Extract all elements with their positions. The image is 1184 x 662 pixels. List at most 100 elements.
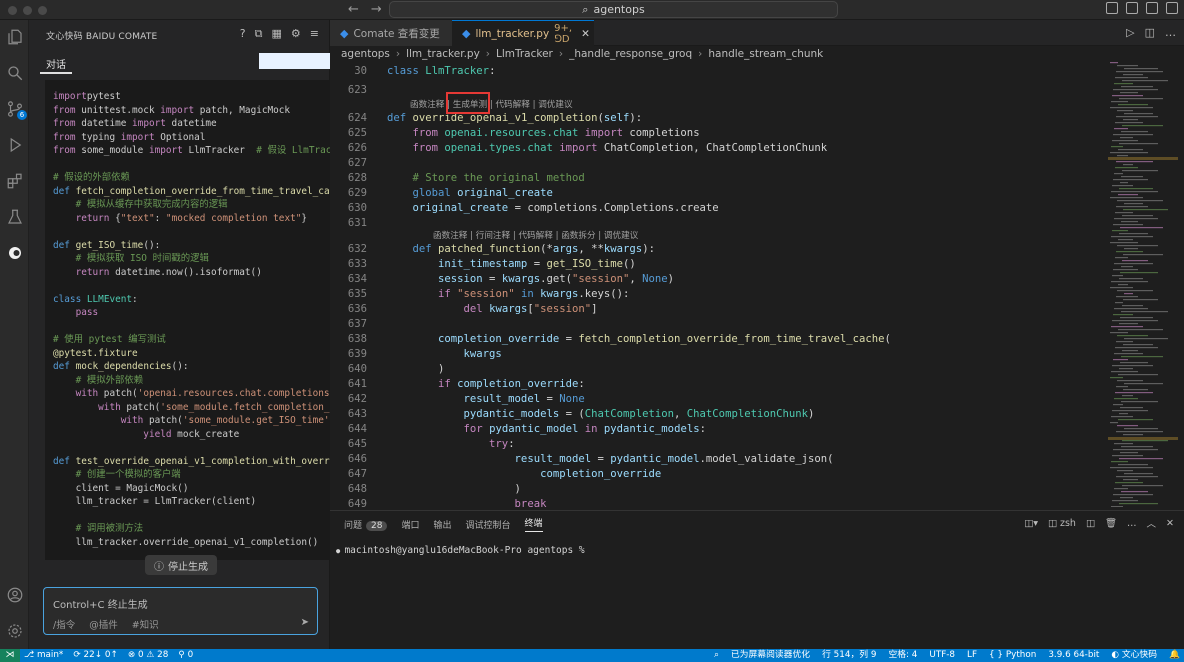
plugin-icon[interactable]: ▦ [272, 27, 282, 41]
code-line[interactable]: 625 from openai.resources.chat import co… [330, 125, 1100, 140]
remote-icon[interactable]: ⋊ [0, 649, 20, 662]
code-line[interactable]: 626 from openai.types.chat import ChatCo… [330, 140, 1100, 155]
code-line[interactable]: 633 init_timestamp = get_ISO_time() [330, 256, 1100, 271]
toggle-sidebar-icon[interactable] [1106, 2, 1118, 14]
chat-input[interactable]: Control+C 终止生成 /指令 @插件 #知识 ➤ [43, 587, 318, 635]
breadcrumb-item[interactable]: _handle_response_groq [569, 48, 692, 60]
toggle-secondary-sidebar-icon[interactable] [1146, 2, 1158, 14]
codelens[interactable]: 函数注释 | 生成单测 | 代码解释 | 调优建议 [410, 98, 573, 110]
code-line[interactable]: 634 session = kwargs.get("session", None… [330, 271, 1100, 286]
chip-command[interactable]: /指令 [53, 617, 75, 631]
code-line[interactable]: 645 try: [330, 436, 1100, 451]
new-terminal-icon[interactable]: ◫▾ [1024, 518, 1038, 529]
more-icon[interactable]: … [1165, 26, 1176, 39]
tab-terminal[interactable]: 终端 [524, 516, 543, 532]
minimap[interactable] [1100, 62, 1184, 510]
code-line[interactable]: 641 if completion_override: [330, 376, 1100, 391]
split-editor-icon[interactable]: ◫ [1145, 26, 1155, 39]
nav-arrows[interactable]: ← → [348, 2, 382, 17]
testing-icon[interactable] [0, 204, 29, 230]
breadcrumb-item[interactable]: handle_stream_chunk [708, 48, 823, 60]
window-controls[interactable] [8, 6, 47, 15]
encoding[interactable]: UTF-8 [929, 649, 955, 662]
search-icon[interactable] [0, 60, 29, 86]
code-line[interactable]: 644 for pydantic_model in pydantic_model… [330, 421, 1100, 436]
help-icon[interactable]: ? [240, 27, 246, 41]
breadcrumb-item[interactable]: llm_tracker.py [406, 48, 480, 60]
forward-arrow-icon[interactable]: → [371, 2, 382, 17]
code-line[interactable]: 635 if "session" in kwargs.keys(): [330, 286, 1100, 301]
problems-status[interactable]: ⊗ 0 ⚠ 28 [128, 649, 168, 662]
ports-status[interactable]: ⚲ 0 [178, 649, 193, 662]
comate-icon[interactable] [0, 240, 29, 266]
tab-debug-console[interactable]: 调试控制台 [466, 518, 511, 531]
code-line[interactable]: 649 break [330, 496, 1100, 510]
stop-generation-button[interactable]: ⓘ 停止生成 [145, 555, 217, 575]
more-icon[interactable]: … [1127, 518, 1137, 529]
zoom-icon[interactable]: ⌕ [714, 649, 719, 662]
toggle-panel-icon[interactable] [1126, 2, 1138, 14]
code-line[interactable]: 646 result_model = pydantic_model.model_… [330, 451, 1100, 466]
customize-layout-icon[interactable] [1166, 2, 1178, 14]
code-line[interactable]: 632 def patched_function(*args, **kwargs… [330, 241, 1100, 256]
breadcrumb-item[interactable]: agentops [341, 48, 390, 60]
language-mode[interactable]: { } Python [989, 649, 1036, 662]
layout-controls[interactable] [1106, 2, 1178, 14]
terminal-shell[interactable]: ◫ zsh [1048, 518, 1076, 529]
notification-bell-icon[interactable]: 🔔 [1169, 649, 1180, 662]
close-panel-icon[interactable]: ✕ [1166, 518, 1174, 529]
close-icon[interactable]: ✕ [581, 28, 590, 40]
code-line[interactable]: 628 # Store the original method [330, 170, 1100, 185]
codelens[interactable]: 函数注释 | 行间注释 | 代码解释 | 函数拆分 | 调优建议 [433, 229, 638, 241]
tab-llm-tracker[interactable]: ◆ llm_tracker.py 9+, ⅁D ✕ [452, 20, 594, 46]
run-debug-icon[interactable] [0, 132, 29, 158]
maximize-icon[interactable]: ︿ [1147, 516, 1157, 530]
breadcrumb-item[interactable]: LlmTracker [496, 48, 553, 60]
code-line[interactable]: 627 [330, 155, 1100, 170]
eol[interactable]: LF [967, 649, 977, 662]
menu-icon[interactable]: ≡ [310, 27, 319, 41]
explorer-icon[interactable] [0, 24, 29, 50]
code-line[interactable]: 638 completion_override = fetch_completi… [330, 331, 1100, 346]
source-control-icon[interactable]: 6 [0, 96, 29, 122]
tab-chat[interactable]: 对话 [46, 56, 66, 71]
terminal-output[interactable]: ● macintosh@yanglu16deMacBook-Pro agento… [336, 545, 585, 556]
code-line[interactable]: 647 completion_override [330, 466, 1100, 481]
chip-plugin[interactable]: @插件 [89, 617, 118, 631]
sticky-scroll-line[interactable]: 30 class LlmTracker: [330, 63, 1100, 78]
code-line[interactable]: 639 kwargs [330, 346, 1100, 361]
run-icon[interactable]: ▷ [1126, 26, 1134, 39]
code-line[interactable]: 648 ) [330, 481, 1100, 496]
code-line[interactable]: 642 result_model = None [330, 391, 1100, 406]
code-line[interactable]: 643 pydantic_models = (ChatCompletion, C… [330, 406, 1100, 421]
tab-ports[interactable]: 端口 [401, 518, 419, 531]
interpreter[interactable]: 3.9.6 64-bit [1048, 649, 1099, 662]
gear-icon[interactable]: ⚙ [291, 27, 301, 41]
sync-status[interactable]: ⟳ 22↓ 0↑ [73, 649, 118, 662]
branch-status[interactable]: ⎇ main* [24, 649, 63, 662]
code-line[interactable]: 631 [330, 215, 1100, 230]
code-editor[interactable]: 30 class LlmTracker: 623 624 def override_op… [330, 62, 1100, 510]
command-center[interactable]: ⌕ agentops [389, 1, 838, 18]
code-line[interactable]: 630 original_create = completions.Comple… [330, 200, 1100, 215]
tab-problems[interactable]: 问题 28 [344, 518, 388, 531]
settings-gear-icon[interactable] [0, 618, 29, 644]
tab-output[interactable]: 输出 [433, 518, 451, 531]
code-line[interactable]: 640 ) [330, 361, 1100, 376]
cursor-position[interactable]: 行 514，列 9 [822, 649, 876, 662]
chip-knowledge[interactable]: #知识 [132, 617, 159, 631]
trash-icon[interactable]: 🗑 [1105, 518, 1117, 529]
split-terminal-icon[interactable]: ◫ [1086, 518, 1095, 529]
send-icon[interactable]: ➤ [301, 617, 309, 628]
back-arrow-icon[interactable]: ← [348, 2, 359, 17]
account-icon[interactable] [0, 582, 29, 608]
screen-reader-status[interactable]: 已为屏幕阅读器优化 [731, 649, 810, 662]
history-icon[interactable]: ⧉ [255, 27, 263, 41]
code-line[interactable]: 636 del kwargs["session"] [330, 301, 1100, 316]
code-line[interactable]: 629 global original_create [330, 185, 1100, 200]
extensions-icon[interactable] [0, 168, 29, 194]
code-line[interactable]: 637 [330, 316, 1100, 331]
indentation[interactable]: 空格: 4 [888, 649, 917, 662]
comate-status[interactable]: ◐ 文心快码 [1111, 649, 1157, 662]
tab-comate-changes[interactable]: ◆ Comate 查看变更 [330, 20, 452, 46]
